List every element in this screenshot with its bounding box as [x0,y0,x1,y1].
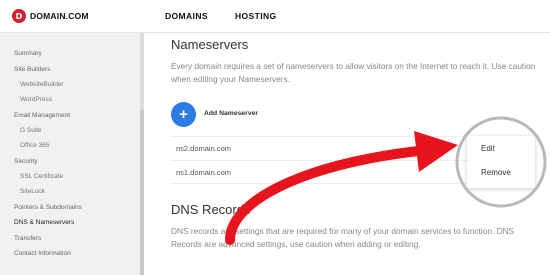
add-nameserver-label[interactable]: Add Nameserver [204,110,258,117]
nameservers-heading: Nameservers [171,37,249,52]
add-nameserver-button[interactable]: + [171,102,196,127]
sidebar-item-office-365[interactable]: Office 365 [20,142,50,149]
logo-text: DOMAIN.COM [30,11,89,21]
top-bar: D DOMAIN.COM DOMAINS HOSTING [0,0,550,33]
sidebar-item-g-suite[interactable]: G Suite [20,127,42,134]
sidebar-item-dns-nameservers[interactable]: DNS & Nameservers [14,219,74,226]
logo[interactable]: D DOMAIN.COM [12,9,89,23]
dns-records-description: DNS records are settings that are requir… [171,226,515,249]
sidebar-item-contact-information[interactable]: Contact Information [14,250,71,257]
plus-icon: + [179,106,188,123]
sidebar-item-sitelock[interactable]: SiteLock [20,188,45,195]
sidebar-item-websitebuilder[interactable]: WebsiteBuilder [20,81,64,88]
sidebar-item-transfers[interactable]: Transfers [14,235,41,242]
logo-letter: D [15,11,23,21]
sidebar-item-email-management[interactable]: Email Management [14,112,70,119]
nameserver-action-menu: Edit Remove [467,136,535,188]
sidebar-item-wordpress[interactable]: WordPress [20,96,52,103]
menu-item-edit[interactable]: Edit [481,144,495,153]
nameserver-value: ns1.domain.com [176,168,232,177]
sidebar-item-ssl-certificate[interactable]: SSL Certificate [20,173,63,180]
dns-records-heading: DNS Records [171,202,251,217]
nameservers-description: Every domain requires a set of nameserve… [171,61,536,84]
nav-hosting[interactable]: HOSTING [235,11,277,21]
nameserver-value: ns2.domain.com [176,144,232,153]
nav-domains[interactable]: DOMAINS [165,11,208,21]
sidebar-item-pointers-subdomains[interactable]: Pointers & Subdomains [14,204,82,211]
nameserver-row[interactable]: ns2.domain.com [171,136,471,160]
logo-icon: D [12,9,26,23]
sidebar-item-summary[interactable]: Summary [14,50,42,57]
nameserver-row[interactable]: ns1.domain.com [171,160,471,184]
sidebar-item-security[interactable]: Security [14,158,37,165]
menu-item-remove[interactable]: Remove [481,168,511,177]
sidebar-item-site-builders[interactable]: Site Builders [14,66,51,73]
